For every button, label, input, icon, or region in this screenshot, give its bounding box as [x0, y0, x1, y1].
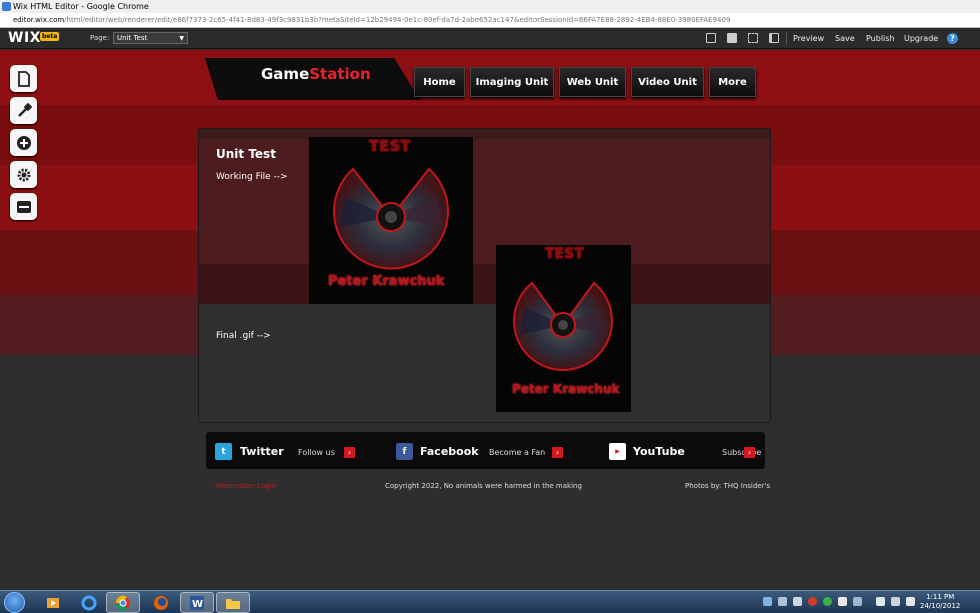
nav-imaging-unit[interactable]: Imaging Unit	[470, 67, 554, 97]
nav-web-unit[interactable]: Web Unit	[559, 67, 626, 97]
working-file-image[interactable]: TEST Peter Krawchuk	[309, 137, 473, 304]
webmaster-login-link[interactable]: Webmaster Login	[215, 482, 276, 490]
logo-station: Station	[309, 65, 371, 83]
page-select-value: Unit Test	[117, 34, 148, 42]
site-canvas: GameStation Home Imaging Unit Web Unit V…	[0, 50, 980, 590]
final-gif-image[interactable]: TEST Peter Krawchuk	[496, 245, 631, 412]
tray-monitor-icon[interactable]	[853, 597, 862, 606]
chevron-down-icon: ▼	[179, 35, 184, 42]
facebook-label[interactable]: Facebook	[420, 445, 479, 458]
beta-badge: beta	[40, 32, 60, 41]
address-path: /html/editor/web/renderer/edit/e86f7373-…	[64, 16, 731, 24]
pages-icon	[17, 70, 30, 87]
copy-icon[interactable]	[706, 33, 716, 43]
toolbar-divider	[786, 32, 787, 45]
preview-button[interactable]: Preview	[793, 34, 824, 43]
media-player-icon	[47, 597, 59, 608]
ie-icon	[81, 595, 97, 610]
facebook-arrow-icon[interactable]: ›	[552, 447, 563, 458]
tray-status-icon[interactable]	[823, 597, 832, 606]
tray-battery-icon[interactable]	[891, 597, 900, 606]
twitter-sub[interactable]: Follow us	[298, 448, 335, 457]
facebook-icon[interactable]: f	[396, 443, 413, 460]
settings-button[interactable]	[10, 161, 37, 188]
market-button[interactable]	[10, 193, 37, 220]
upgrade-button[interactable]: Upgrade	[904, 34, 938, 43]
add-button[interactable]	[10, 129, 37, 156]
design-icon	[17, 102, 32, 117]
wix-toolbar: WIX beta Page: Unit Test ▼ Preview Save …	[0, 28, 980, 49]
photos-credit-text: Photos by: THQ Insider's	[685, 482, 771, 490]
help-icon[interactable]: ?	[947, 33, 958, 44]
nav-home[interactable]: Home	[414, 67, 465, 97]
svg-text:W: W	[192, 599, 203, 610]
tray-network-icon[interactable]	[763, 597, 772, 606]
tray-wifi-icon[interactable]	[876, 597, 885, 606]
image-name-text: Peter Krawchuk	[512, 382, 620, 396]
pages-button[interactable]	[10, 65, 37, 92]
clock-time: 1:11 PM	[926, 593, 955, 601]
settings-icon	[17, 168, 30, 181]
panel-top	[199, 129, 770, 139]
page-select[interactable]: Unit Test ▼	[113, 32, 188, 44]
final-gif-label: Final .gif -->	[216, 331, 271, 341]
social-bar: t Twitter Follow us › f Facebook Become …	[206, 432, 765, 469]
folder-icon	[226, 598, 240, 609]
youtube-arrow-icon[interactable]: ›	[744, 447, 755, 458]
chrome-app-icon	[2, 2, 11, 11]
word-icon: W	[190, 595, 204, 610]
address-host: editor.wix.com	[13, 16, 65, 24]
facebook-sub[interactable]: Become a Fan	[489, 448, 545, 457]
panel-band-2	[199, 264, 770, 304]
tray-device-icon[interactable]	[793, 597, 802, 606]
clipboard-icon[interactable]	[727, 33, 737, 43]
tray-usb-icon[interactable]	[778, 597, 787, 606]
grid-icon[interactable]	[748, 33, 758, 43]
image-name-text: Peter Krawchuk	[328, 274, 445, 289]
taskbar-chrome[interactable]	[106, 592, 140, 613]
taskbar-word[interactable]: W	[180, 592, 214, 613]
page-label: Page:	[90, 34, 110, 42]
wix-logo: WIX	[8, 30, 41, 46]
panel-band-3	[199, 304, 770, 422]
youtube-label[interactable]: YouTube	[633, 445, 685, 458]
taskbar-firefox[interactable]	[144, 592, 178, 613]
design-button[interactable]	[10, 97, 37, 124]
save-button[interactable]: Save	[835, 34, 855, 43]
copyright-text: Copyright 2022, No animals were harmed i…	[385, 482, 582, 490]
clock-date: 24/10/2012	[920, 602, 961, 610]
youtube-icon[interactable]: ▶	[609, 443, 626, 460]
taskbar-media-player[interactable]	[36, 592, 70, 613]
nav-more[interactable]: More	[709, 67, 756, 97]
layout-icon[interactable]	[769, 33, 779, 43]
windows-taskbar: W 1:11 PM 24/10/2012	[0, 590, 980, 613]
twitter-icon[interactable]: t	[215, 443, 232, 460]
taskbar-ie[interactable]	[72, 592, 106, 613]
twitter-label[interactable]: Twitter	[240, 445, 284, 458]
panel-band-1	[199, 139, 770, 264]
working-file-label: Working File -->	[216, 172, 288, 182]
window-title: Wix HTML Editor - Google Chrome	[13, 2, 149, 11]
tray-volume-icon[interactable]	[906, 597, 915, 606]
nav-video-unit[interactable]: Video Unit	[631, 67, 704, 97]
taskbar-clock[interactable]: 1:11 PM 24/10/2012	[920, 593, 960, 611]
content-title: Unit Test	[216, 147, 276, 161]
tray-security-icon[interactable]	[808, 597, 817, 606]
firefox-icon	[154, 595, 168, 610]
youtube-sub[interactable]: Subscribe	[722, 448, 761, 457]
market-icon	[16, 200, 31, 213]
logo-game: Game	[261, 65, 310, 83]
publish-button[interactable]: Publish	[866, 34, 895, 43]
tray-flag-icon[interactable]	[838, 597, 847, 606]
add-icon	[16, 135, 31, 150]
address-bar[interactable]: editor.wix.com/html/editor/web/renderer/…	[0, 13, 980, 28]
taskbar-explorer[interactable]	[216, 592, 250, 613]
start-button[interactable]	[4, 592, 25, 613]
chrome-icon	[115, 595, 130, 610]
twitter-arrow-icon[interactable]: ›	[344, 447, 355, 458]
site-logo[interactable]: GameStation	[261, 65, 371, 83]
window-titlebar: Wix HTML Editor - Google Chrome	[0, 0, 980, 13]
